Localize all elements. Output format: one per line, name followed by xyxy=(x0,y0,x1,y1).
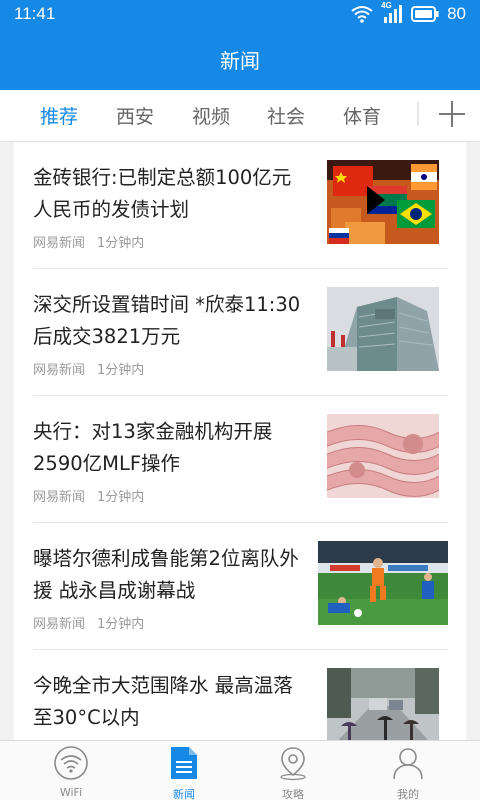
news-meta: 网易新闻 1分钟内 xyxy=(33,232,144,251)
news-item[interactable]: 央行：对13家金融机构开展2590亿MLF操作 网易新闻 1分钟内 xyxy=(14,396,466,523)
nav-profile[interactable]: 我的 xyxy=(368,741,448,800)
tab-society[interactable]: 社会 xyxy=(267,102,305,129)
news-meta: 网易新闻 1分钟内 xyxy=(33,359,144,378)
network-type-label: 4G xyxy=(381,1,392,10)
news-title: 曝塔尔德利成鲁能第2位离队外援 战永昌成谢幕战 xyxy=(33,547,299,602)
news-item[interactable]: 金砖银行:已制定总额100亿元人民币的发债计划 网易新闻 1分钟内 xyxy=(14,142,466,269)
nav-news[interactable]: 新闻 xyxy=(144,741,224,800)
wifi-signal-icon xyxy=(351,5,373,23)
news-time: 1分钟内 xyxy=(97,490,145,505)
news-meta: 网易新闻 1分钟内 xyxy=(33,486,144,505)
bottom-nav: WiFi 新闻 攻略 我的 xyxy=(0,740,480,800)
news-title: 央行：对13家金融机构开展2590亿MLF操作 xyxy=(33,420,273,475)
nav-label: 攻略 xyxy=(282,788,304,800)
news-meta: 网易新闻 1分钟内 xyxy=(33,613,144,632)
news-title: 金砖银行:已制定总额100亿元人民币的发债计划 xyxy=(33,166,292,221)
category-tabs: 推荐 西安 视频 社会 体育 xyxy=(0,90,480,142)
news-time: 1分钟内 xyxy=(97,363,145,378)
news-source: 网易新闻 xyxy=(33,236,86,251)
news-time: 1分钟内 xyxy=(97,236,145,251)
news-source: 网易新闻 xyxy=(33,490,86,505)
add-channel-button[interactable] xyxy=(424,90,480,142)
user-icon xyxy=(390,745,426,785)
tab-sports[interactable]: 体育 xyxy=(343,102,381,129)
news-item[interactable]: 曝塔尔德利成鲁能第2位离队外援 战永昌成谢幕战 网易新闻 1分钟内 xyxy=(14,523,466,650)
map-pin-icon xyxy=(275,745,311,785)
status-indicators: 4G 80 xyxy=(351,1,466,24)
status-time: 11:41 xyxy=(14,4,56,23)
battery-level: 80 xyxy=(447,4,466,23)
nav-label: 我的 xyxy=(397,788,419,800)
news-document-icon xyxy=(169,745,199,785)
news-item[interactable]: 深交所设置错时间 *欣泰11:30后成交3821万元 网易新闻 1分钟内 xyxy=(14,269,466,396)
tab-recommended[interactable]: 推荐 xyxy=(40,102,78,129)
cell-signal-icon: 4G xyxy=(381,1,403,23)
nav-guide[interactable]: 攻略 xyxy=(253,741,333,800)
tab-xian[interactable]: 西安 xyxy=(116,102,154,129)
news-title: 深交所设置错时间 *欣泰11:30后成交3821万元 xyxy=(33,293,301,348)
news-thumbnail-stock-exchange xyxy=(327,287,439,371)
news-title: 今晚全市大范围降水 最高温落至30°C以内 xyxy=(33,674,293,729)
nav-label: WiFi xyxy=(59,786,83,799)
plus-icon xyxy=(439,101,465,131)
news-thumbnail-brics xyxy=(327,160,439,244)
nav-wifi[interactable]: WiFi xyxy=(31,741,111,800)
news-thumbnail-banknotes xyxy=(327,414,439,498)
news-thumbnail-rainy-street xyxy=(327,668,439,740)
news-source: 网易新闻 xyxy=(33,617,86,632)
status-bar: 11:41 4G 80 xyxy=(0,0,480,28)
tab-video[interactable]: 视频 xyxy=(192,102,230,129)
nav-label: 新闻 xyxy=(173,788,195,800)
battery-icon xyxy=(411,6,439,22)
news-list: 金砖银行:已制定总额100亿元人民币的发债计划 网易新闻 1分钟内 深交所设置错… xyxy=(14,142,466,740)
news-time: 1分钟内 xyxy=(97,617,145,632)
page-title: 新闻 xyxy=(220,48,260,73)
news-thumbnail-football xyxy=(318,541,448,625)
tab-divider xyxy=(417,102,419,126)
news-source: 网易新闻 xyxy=(33,363,86,378)
title-bar: 新闻 xyxy=(0,28,480,90)
news-item[interactable]: 今晚全市大范围降水 最高温落至30°C以内 xyxy=(14,650,466,740)
wifi-icon xyxy=(53,745,89,785)
